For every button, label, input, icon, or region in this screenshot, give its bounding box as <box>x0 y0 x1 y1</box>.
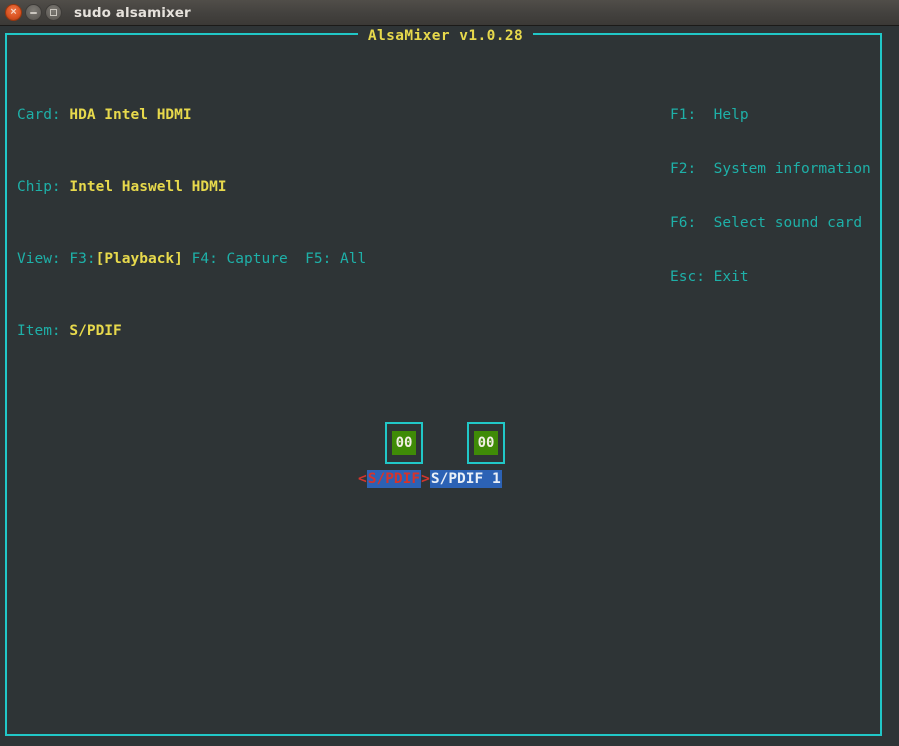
view-label: View: <box>17 251 61 267</box>
help-row-esc[interactable]: Esc: Exit <box>670 268 871 286</box>
terminal-body: AlsaMixer v1.0.28 Card: HDA Intel HDMI C… <box>0 26 899 746</box>
channel-meter-left-value: 00 <box>392 431 416 455</box>
channel-meter-right[interactable]: 00 <box>467 422 505 464</box>
minimize-icon[interactable] <box>25 4 42 21</box>
alsamixer-title: AlsaMixer v1.0.28 <box>357 28 534 44</box>
close-icon[interactable]: × <box>5 4 22 21</box>
view-f3-value[interactable]: [Playback] <box>96 251 183 267</box>
alsamixer-title-bar: AlsaMixer v1.0.28 <box>7 25 884 44</box>
next-control-arrow-icon[interactable]: > <box>421 470 430 488</box>
view-f3-key[interactable]: F3: <box>69 251 95 267</box>
mixer-controls: 00 00 < S/PDIF > S/PDIF 1 <box>358 416 505 488</box>
chip-value: Intel Haswell HDMI <box>69 179 227 195</box>
view-f5-option[interactable]: F5: All <box>305 251 366 267</box>
item-value: S/PDIF <box>69 323 122 339</box>
channel-meter-left[interactable]: 00 <box>385 422 423 464</box>
view-f4-option[interactable]: F4: Capture <box>192 251 288 267</box>
card-label: Card: <box>17 107 61 123</box>
minimize-glyph <box>30 11 37 14</box>
control-name-next[interactable]: S/PDIF 1 <box>429 470 502 488</box>
card-row: Card: HDA Intel HDMI <box>17 106 366 124</box>
channel-meters: 00 00 <box>358 416 505 464</box>
control-name-selected[interactable]: S/PDIF <box>366 470 422 488</box>
maximize-icon[interactable] <box>45 4 62 21</box>
channel-meter-right-value: 00 <box>474 431 498 455</box>
header-info: Card: HDA Intel HDMI Chip: Intel Haswell… <box>17 70 366 376</box>
prev-control-arrow-icon[interactable]: < <box>358 470 367 488</box>
window-title: sudo alsamixer <box>74 4 191 21</box>
chip-row: Chip: Intel Haswell HDMI <box>17 178 366 196</box>
maximize-glyph <box>50 9 57 16</box>
help-row-f2[interactable]: F2: System information <box>670 160 871 178</box>
item-label: Item: <box>17 323 61 339</box>
card-value: HDA Intel HDMI <box>69 107 192 123</box>
alsamixer-window: × sudo alsamixer AlsaMixer v1.0.28 Card:… <box>0 0 899 746</box>
control-name-row: < S/PDIF > S/PDIF 1 <box>358 470 505 488</box>
function-key-help: F1: Help F2: System information F6: Sele… <box>670 70 871 322</box>
help-row-f1[interactable]: F1: Help <box>670 106 871 124</box>
window-titlebar: × sudo alsamixer <box>0 0 899 26</box>
chip-label: Chip: <box>17 179 61 195</box>
window-controls: × <box>5 4 62 21</box>
view-row: View: F3:[Playback] F4: Capture F5: All <box>17 250 366 268</box>
help-row-f6[interactable]: F6: Select sound card <box>670 214 871 232</box>
item-row: Item: S/PDIF <box>17 322 366 340</box>
